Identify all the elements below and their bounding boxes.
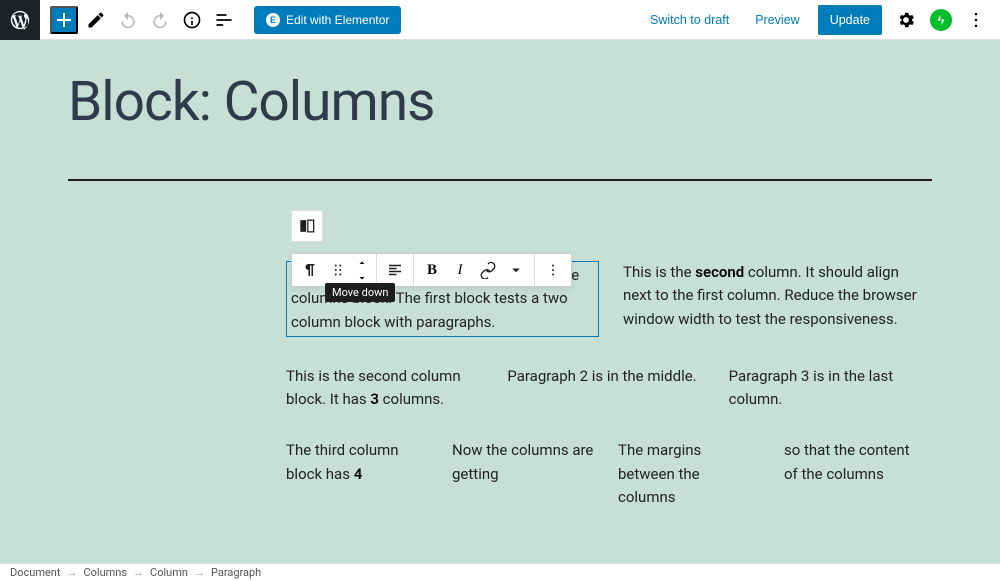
breadcrumb-item[interactable]: Column (150, 566, 188, 579)
column-1[interactable]: The third column block has 4 (286, 439, 428, 509)
move-up-button[interactable] (352, 255, 372, 270)
jetpack-icon (934, 13, 948, 27)
more-vertical-icon (544, 261, 562, 279)
chevron-down-icon (507, 261, 525, 279)
column-3[interactable]: The margins between the columns (618, 439, 760, 509)
breadcrumb-item[interactable]: Document (10, 566, 60, 579)
editor-canvas[interactable]: Block: Columns B I (0, 40, 1000, 565)
elementor-icon: E (266, 13, 280, 27)
column-1[interactable]: This is the second column block. It has … (286, 365, 483, 412)
horizontal-rule (68, 179, 932, 181)
undo-icon (118, 10, 138, 30)
link-icon (479, 261, 497, 279)
preview-button[interactable]: Preview (747, 7, 807, 33)
breadcrumb-separator: → (133, 566, 144, 579)
more-options-button[interactable] (962, 6, 990, 34)
breadcrumb: Document → Columns → Column → Paragraph (0, 563, 1000, 581)
more-rich-text-button[interactable] (502, 255, 530, 285)
chevron-up-icon (356, 257, 368, 269)
bold-text: 4 (354, 465, 363, 483)
move-down-tooltip: Move down (325, 283, 395, 302)
bold-text: second (695, 263, 744, 281)
wordpress-logo[interactable] (0, 0, 40, 40)
column-2[interactable]: This is the second column. It should ali… (623, 261, 926, 337)
info-button[interactable] (178, 6, 206, 34)
columns-block-three[interactable]: This is the second column block. It has … (286, 365, 926, 412)
bold-button[interactable]: B (418, 255, 446, 285)
settings-button[interactable] (892, 6, 920, 34)
breadcrumb-separator: → (66, 566, 77, 579)
breadcrumb-item[interactable]: Columns (83, 566, 127, 579)
columns-icon (297, 216, 317, 236)
plus-icon (52, 8, 76, 32)
chevron-down-icon (356, 272, 368, 284)
page-title[interactable]: Block: Columns (0, 40, 1000, 134)
content-area: This page tests how the theme displays t… (0, 261, 1000, 509)
block-toolbar: B I (291, 253, 572, 287)
breadcrumb-separator: → (194, 566, 205, 579)
list-icon (214, 10, 234, 30)
paragraph-text: This is the (623, 263, 695, 281)
add-block-button[interactable] (50, 6, 78, 34)
block-type-indicator[interactable] (291, 210, 323, 242)
align-left-icon (386, 261, 404, 279)
elementor-button[interactable]: E Edit with Elementor (254, 6, 401, 34)
switch-to-draft-button[interactable]: Switch to draft (642, 7, 737, 33)
italic-button[interactable]: I (446, 255, 474, 285)
block-mover (352, 255, 372, 285)
toolbar-more-button[interactable] (539, 255, 567, 285)
info-icon (182, 10, 202, 30)
pencil-icon (86, 10, 106, 30)
paragraph-text: The third column block has (286, 441, 399, 482)
drag-icon (329, 261, 347, 279)
outline-button[interactable] (210, 6, 238, 34)
drag-handle[interactable] (324, 255, 352, 285)
update-button[interactable]: Update (818, 5, 882, 35)
editor-header: E Edit with Elementor Switch to draft Pr… (0, 0, 1000, 40)
paragraph-type-button[interactable] (296, 255, 324, 285)
align-button[interactable] (381, 255, 409, 285)
column-3[interactable]: Paragraph 3 is in the last column. (729, 365, 926, 412)
redo-icon (150, 10, 170, 30)
header-right-tools: Switch to draft Preview Update (642, 5, 1000, 35)
column-2[interactable]: Paragraph 2 is in the middle. (507, 365, 704, 412)
column-2[interactable]: Now the columns are getting (452, 439, 594, 509)
pilcrow-icon (301, 261, 319, 279)
undo-button[interactable] (114, 6, 142, 34)
edit-mode-button[interactable] (82, 6, 110, 34)
elementor-label: Edit with Elementor (286, 13, 389, 27)
breadcrumb-item[interactable]: Paragraph (211, 566, 261, 579)
paragraph-text: columns. (379, 390, 444, 408)
wordpress-icon (9, 9, 31, 31)
bold-text: 3 (370, 390, 379, 408)
more-vertical-icon (966, 10, 986, 30)
redo-button[interactable] (146, 6, 174, 34)
column-4[interactable]: so that the content of the columns (784, 439, 926, 509)
header-left-tools: E Edit with Elementor (40, 6, 401, 34)
columns-block-four[interactable]: The third column block has 4 Now the col… (286, 439, 926, 509)
gear-icon (896, 10, 916, 30)
jetpack-button[interactable] (930, 9, 952, 31)
link-button[interactable] (474, 255, 502, 285)
